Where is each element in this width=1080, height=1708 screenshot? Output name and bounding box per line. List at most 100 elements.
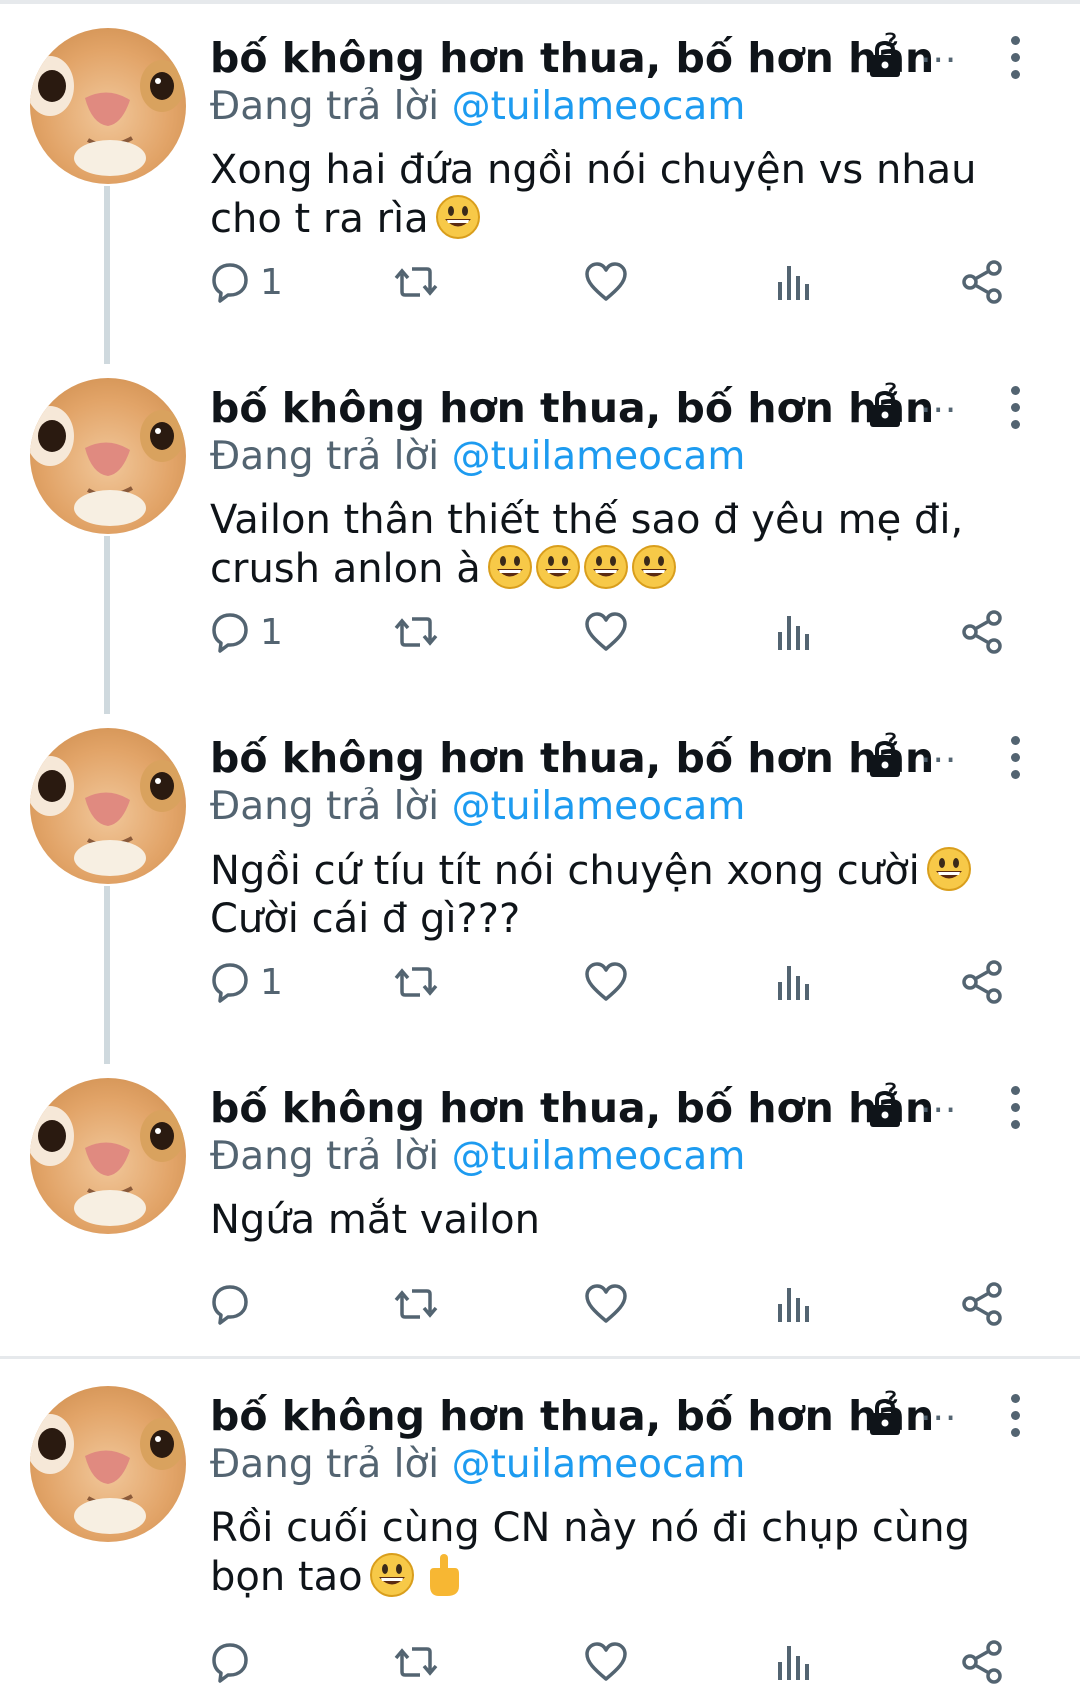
share-button[interactable] bbox=[958, 956, 1006, 1008]
views-button[interactable] bbox=[770, 1278, 818, 1330]
mention-link[interactable]: @tuilameocam bbox=[452, 784, 746, 829]
share-button[interactable] bbox=[958, 1278, 1006, 1330]
action-bar bbox=[206, 1278, 1026, 1330]
more-dots-icon: ··· bbox=[920, 740, 958, 781]
tweet-text: Ngồi cứ tíu tít nói chuyện xong cười Cười… bbox=[210, 846, 1050, 943]
share-icon bbox=[958, 958, 1006, 1006]
tweet[interactable]: bố không hơn thua, bố hơn hẳn ··· Đang t… bbox=[0, 0, 1080, 350]
tweet-text: Vailon thân thiết thế sao đ yêu mẹ đi, c… bbox=[210, 496, 1050, 593]
replying-to: Đang trả lời @tuilameocam bbox=[210, 434, 745, 479]
share-button[interactable] bbox=[958, 606, 1006, 658]
reply-prefix: Đang trả lời bbox=[210, 434, 440, 479]
reply-prefix: Đang trả lời bbox=[210, 1442, 440, 1487]
views-button[interactable] bbox=[770, 1636, 818, 1688]
display-name[interactable]: bố không hơn thua, bố hơn hẳn bbox=[210, 1084, 934, 1132]
replying-to: Đang trả lời @tuilameocam bbox=[210, 1134, 745, 1179]
retweet-button[interactable] bbox=[392, 606, 440, 658]
kebab-menu-icon[interactable] bbox=[1008, 36, 1022, 80]
action-bar: 1 bbox=[206, 606, 1026, 658]
grinning-emoji bbox=[926, 846, 972, 892]
like-button[interactable] bbox=[582, 1636, 630, 1688]
retweet-button[interactable] bbox=[392, 956, 440, 1008]
display-name[interactable]: bố không hơn thua, bố hơn hẳn bbox=[210, 734, 934, 782]
tweet[interactable]: bố không hơn thua, bố hơn hẳn ··· Đang t… bbox=[0, 350, 1080, 700]
kebab-menu-icon[interactable] bbox=[1008, 386, 1022, 430]
grinning-emoji bbox=[369, 1552, 415, 1598]
mention-link[interactable]: @tuilameocam bbox=[452, 434, 746, 479]
views-button[interactable] bbox=[770, 606, 818, 658]
reply-count: 1 bbox=[260, 611, 283, 653]
reply-button[interactable] bbox=[206, 1278, 254, 1330]
share-icon bbox=[958, 258, 1006, 306]
cat-avatar[interactable] bbox=[30, 1078, 186, 1234]
like-button[interactable] bbox=[582, 606, 630, 658]
reply-count: 1 bbox=[260, 261, 283, 303]
more-dots-icon: ··· bbox=[920, 40, 958, 81]
grinning-emoji bbox=[435, 194, 481, 240]
tweet[interactable]: bố không hơn thua, bố hơn hẳn ··· Đang t… bbox=[0, 1358, 1080, 1708]
retweet-icon bbox=[392, 1638, 440, 1686]
mention-link[interactable]: @tuilameocam bbox=[452, 1442, 746, 1487]
retweet-icon bbox=[392, 958, 440, 1006]
share-button[interactable] bbox=[958, 1636, 1006, 1688]
display-name[interactable]: bố không hơn thua, bố hơn hẳn bbox=[210, 384, 934, 432]
kebab-menu-icon[interactable] bbox=[1008, 1394, 1022, 1438]
views-button[interactable] bbox=[770, 256, 818, 308]
retweet-button[interactable] bbox=[392, 1278, 440, 1330]
retweet-icon bbox=[392, 1280, 440, 1328]
retweet-button[interactable] bbox=[392, 256, 440, 308]
reply-button[interactable]: 1 bbox=[206, 256, 283, 308]
cat-avatar[interactable] bbox=[30, 728, 186, 884]
reply-icon bbox=[206, 1638, 254, 1686]
reply-icon bbox=[206, 958, 254, 1006]
views-icon bbox=[770, 608, 818, 656]
reply-button[interactable] bbox=[206, 1636, 254, 1688]
retweet-button[interactable] bbox=[392, 1636, 440, 1688]
reply-icon bbox=[206, 258, 254, 306]
tweet-text-body: Rồi cuối cùng CN này nó đi chụp cùng bọn… bbox=[210, 1505, 970, 1600]
views-button[interactable] bbox=[770, 956, 818, 1008]
reply-button[interactable]: 1 bbox=[206, 956, 283, 1008]
grinning-emoji bbox=[631, 544, 677, 590]
like-icon bbox=[582, 608, 630, 656]
share-icon bbox=[958, 608, 1006, 656]
tweet-text-line2: Cười cái đ gì??? bbox=[210, 896, 521, 942]
tweet-text-body: Ngứa mắt vailon bbox=[210, 1197, 540, 1243]
replying-to: Đang trả lời @tuilameocam bbox=[210, 784, 745, 829]
display-name[interactable]: bố không hơn thua, bố hơn hẳn bbox=[210, 34, 934, 82]
like-button[interactable] bbox=[582, 956, 630, 1008]
share-button[interactable] bbox=[958, 256, 1006, 308]
cat-avatar[interactable] bbox=[30, 1386, 186, 1542]
like-button[interactable] bbox=[582, 256, 630, 308]
cat-avatar[interactable] bbox=[30, 28, 186, 184]
like-icon bbox=[582, 258, 630, 306]
retweet-icon bbox=[392, 608, 440, 656]
grinning-emoji bbox=[535, 544, 581, 590]
mention-link[interactable]: @tuilameocam bbox=[452, 1134, 746, 1179]
mention-link[interactable]: @tuilameocam bbox=[452, 84, 746, 129]
kebab-menu-icon[interactable] bbox=[1008, 736, 1022, 780]
like-button[interactable] bbox=[582, 1278, 630, 1330]
reply-prefix: Đang trả lời bbox=[210, 784, 440, 829]
middle-finger-emoji bbox=[421, 1552, 467, 1598]
lock-icon bbox=[864, 738, 906, 780]
cat-avatar[interactable] bbox=[30, 378, 186, 534]
replying-to: Đang trả lời @tuilameocam bbox=[210, 84, 745, 129]
display-name[interactable]: bố không hơn thua, bố hơn hẳn bbox=[210, 1392, 934, 1440]
reply-icon bbox=[206, 1280, 254, 1328]
views-icon bbox=[770, 258, 818, 306]
share-icon bbox=[958, 1638, 1006, 1686]
replying-to: Đang trả lời @tuilameocam bbox=[210, 1442, 745, 1487]
like-icon bbox=[582, 958, 630, 1006]
like-icon bbox=[582, 1638, 630, 1686]
reply-prefix: Đang trả lời bbox=[210, 84, 440, 129]
kebab-menu-icon[interactable] bbox=[1008, 1086, 1022, 1130]
grinning-emoji bbox=[583, 544, 629, 590]
views-icon bbox=[770, 1280, 818, 1328]
tweet[interactable]: bố không hơn thua, bố hơn hẳn ··· Đang t… bbox=[0, 1050, 1080, 1400]
tweet[interactable]: bố không hơn thua, bố hơn hẳn ··· Đang t… bbox=[0, 700, 1080, 1050]
reply-button[interactable]: 1 bbox=[206, 606, 283, 658]
tweet-text: Ngứa mắt vailon bbox=[210, 1196, 1050, 1244]
more-dots-icon: ··· bbox=[920, 1398, 958, 1439]
retweet-icon bbox=[392, 258, 440, 306]
